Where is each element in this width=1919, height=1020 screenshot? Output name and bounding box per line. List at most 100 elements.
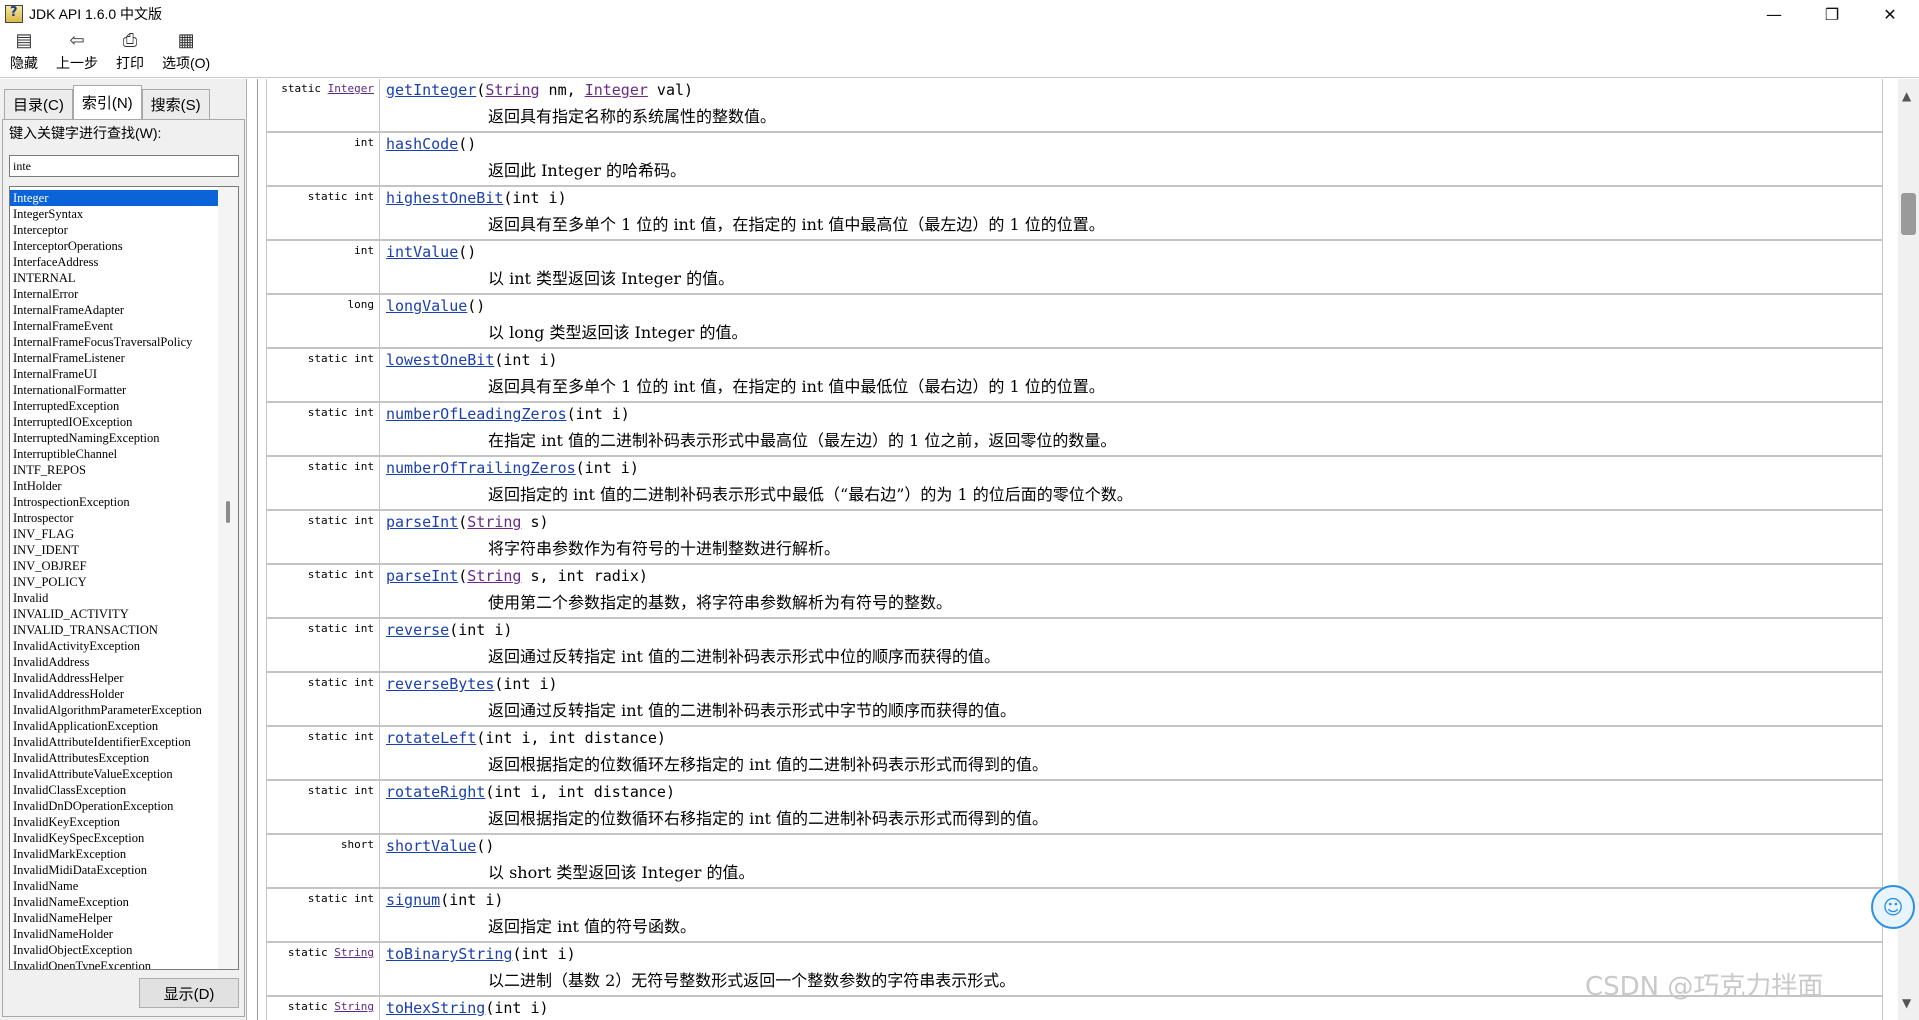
index-list-scrollbar[interactable] [218,187,238,969]
index-list-item[interactable]: InvalidObjectException [10,942,218,958]
method-name-link[interactable]: longValue [386,297,467,315]
index-list-item[interactable]: InterruptedNamingException [10,430,218,446]
index-list-item[interactable]: IntrospectionException [10,494,218,510]
index-list-item[interactable]: InterruptedIOException [10,414,218,430]
index-list-item[interactable]: Interceptor [10,222,218,238]
method-name-link[interactable]: getInteger [386,81,476,99]
content-scrollbar[interactable]: ▲ ▼ [1898,79,1919,1020]
index-list-item[interactable]: InvalidAddress [10,654,218,670]
tab-contents[interactable]: 目录(C) [4,89,73,119]
param-type-link[interactable]: String [485,81,539,99]
index-list-item[interactable]: IntHolder [10,478,218,494]
index-list-item[interactable]: InternalFrameListener [10,350,218,366]
tab-search[interactable]: 搜索(S) [141,89,210,119]
index-list-item[interactable]: InterruptedException [10,398,218,414]
index-list-item[interactable]: InvalidAttributeIdentifierException [10,734,218,750]
method-name-link[interactable]: toHexString [386,999,485,1017]
return-type-link[interactable]: Integer [328,82,374,95]
index-list-item[interactable]: INTERNAL [10,270,218,286]
return-type-link[interactable]: String [334,946,374,959]
param-type-link[interactable]: Integer [585,81,648,99]
chat-assistant-icon[interactable]: ☺ [1871,885,1915,929]
index-list-item[interactable]: InvalidDnDOperationException [10,798,218,814]
method-row: static int lowestOneBit(int i) 返回具有至多单个 1 … [266,349,1883,403]
index-list-item[interactable]: InternalFrameFocusTraversalPolicy [10,334,218,350]
method-row: static Integer getInteger(String nm, Inte… [266,79,1883,133]
print-button[interactable]: ⎙ 打印 [116,29,144,77]
index-list-item[interactable]: InternalError [10,286,218,302]
method-name-link[interactable]: numberOfLeadingZeros [386,405,567,423]
index-list-item[interactable]: InvalidOpenTypeException [10,958,218,969]
index-list-item[interactable]: InvalidClassException [10,782,218,798]
index-list-item[interactable]: InvalidNameHelper [10,910,218,926]
method-name-link[interactable]: rotateRight [386,783,485,801]
index-list-item[interactable]: IntegerSyntax [10,206,218,222]
index-list-item[interactable]: InterfaceAddress [10,254,218,270]
index-list-scroll-thumb[interactable] [226,501,230,523]
index-list-item[interactable]: InternalFrameUI [10,366,218,382]
method-name-link[interactable]: lowestOneBit [386,351,494,369]
restore-button[interactable]: ❐ [1803,0,1861,28]
index-list-item[interactable]: INV_OBJREF [10,558,218,574]
method-name-link[interactable]: parseInt [386,567,458,585]
index-list-item[interactable]: INVALID_ACTIVITY [10,606,218,622]
param-type-link[interactable]: String [467,513,521,531]
modifier-text: static [281,82,322,95]
index-list-item[interactable]: InvalidKeyException [10,814,218,830]
index-list-item[interactable]: INV_IDENT [10,542,218,558]
method-name-link[interactable]: numberOfTrailingZeros [386,459,576,477]
index-list-item[interactable]: InterruptibleChannel [10,446,218,462]
index-list-item[interactable]: InternalFrameEvent [10,318,218,334]
method-modifier: static int [266,565,380,617]
method-name-link[interactable]: hashCode [386,135,458,153]
method-name-link[interactable]: signum [386,891,440,909]
index-list-item[interactable]: INVALID_TRANSACTION [10,622,218,638]
scroll-up-arrow-icon[interactable]: ▲ [1902,89,1911,103]
index-list-item[interactable]: InvalidKeySpecException [10,830,218,846]
index-list-item[interactable]: InvalidAddressHelper [10,670,218,686]
method-name-link[interactable]: reverse [386,621,449,639]
index-list-item[interactable]: INTF_REPOS [10,462,218,478]
method-modifier: static Integer [266,79,380,131]
keyword-search-input[interactable] [9,155,239,177]
back-button[interactable]: ⇦ 上一步 [56,29,98,77]
minimize-button[interactable]: — [1745,0,1803,28]
index-list-item[interactable]: Invalid [10,590,218,606]
index-list-item[interactable]: InternationalFormatter [10,382,218,398]
index-list-item[interactable]: InterceptorOperations [10,238,218,254]
index-list-item[interactable]: InvalidNameHolder [10,926,218,942]
return-type-link[interactable]: String [334,1000,374,1013]
index-list-item[interactable]: InvalidMarkException [10,846,218,862]
index-list-item[interactable]: INV_FLAG [10,526,218,542]
index-list-item[interactable]: InvalidAddressHolder [10,686,218,702]
index-list-item[interactable]: InvalidMidiDataException [10,862,218,878]
method-name-link[interactable]: shortValue [386,837,476,855]
method-name-link[interactable]: reverseBytes [386,675,494,693]
param-text: (int i) [440,891,504,909]
index-list-item[interactable]: INV_POLICY [10,574,218,590]
method-name-link[interactable]: intValue [386,243,458,261]
display-button[interactable]: 显示(D) [139,978,239,1008]
index-list-item[interactable]: InternalFrameAdapter [10,302,218,318]
index-list-item[interactable]: InvalidActivityException [10,638,218,654]
options-button[interactable]: ▦ 选项(O) [162,29,210,77]
index-list-item[interactable]: Introspector [10,510,218,526]
tab-index[interactable]: 索引(N) [72,85,142,119]
method-name-link[interactable]: rotateLeft [386,729,476,747]
index-list-item[interactable]: InvalidAlgorithmParameterException [10,702,218,718]
index-list-item[interactable]: InvalidApplicationException [10,718,218,734]
index-list-item[interactable]: InvalidAttributeValueException [10,766,218,782]
close-button[interactable]: ✕ [1861,0,1919,28]
scroll-down-arrow-icon[interactable]: ▼ [1902,996,1911,1010]
index-list-item[interactable]: InvalidAttributesException [10,750,218,766]
param-type-link[interactable]: String [467,567,521,585]
content-scroll-thumb[interactable] [1901,193,1916,235]
method-name-link[interactable]: toBinaryString [386,945,512,963]
index-list-item[interactable]: InvalidNameException [10,894,218,910]
index-list[interactable]: Integer IntegerSyntax Interceptor Intercept… [9,186,239,970]
index-list-item[interactable]: InvalidName [10,878,218,894]
hide-button[interactable]: ▤ 隐藏 [10,29,38,77]
index-list-item[interactable]: Integer [10,190,218,206]
method-name-link[interactable]: highestOneBit [386,189,503,207]
method-name-link[interactable]: parseInt [386,513,458,531]
